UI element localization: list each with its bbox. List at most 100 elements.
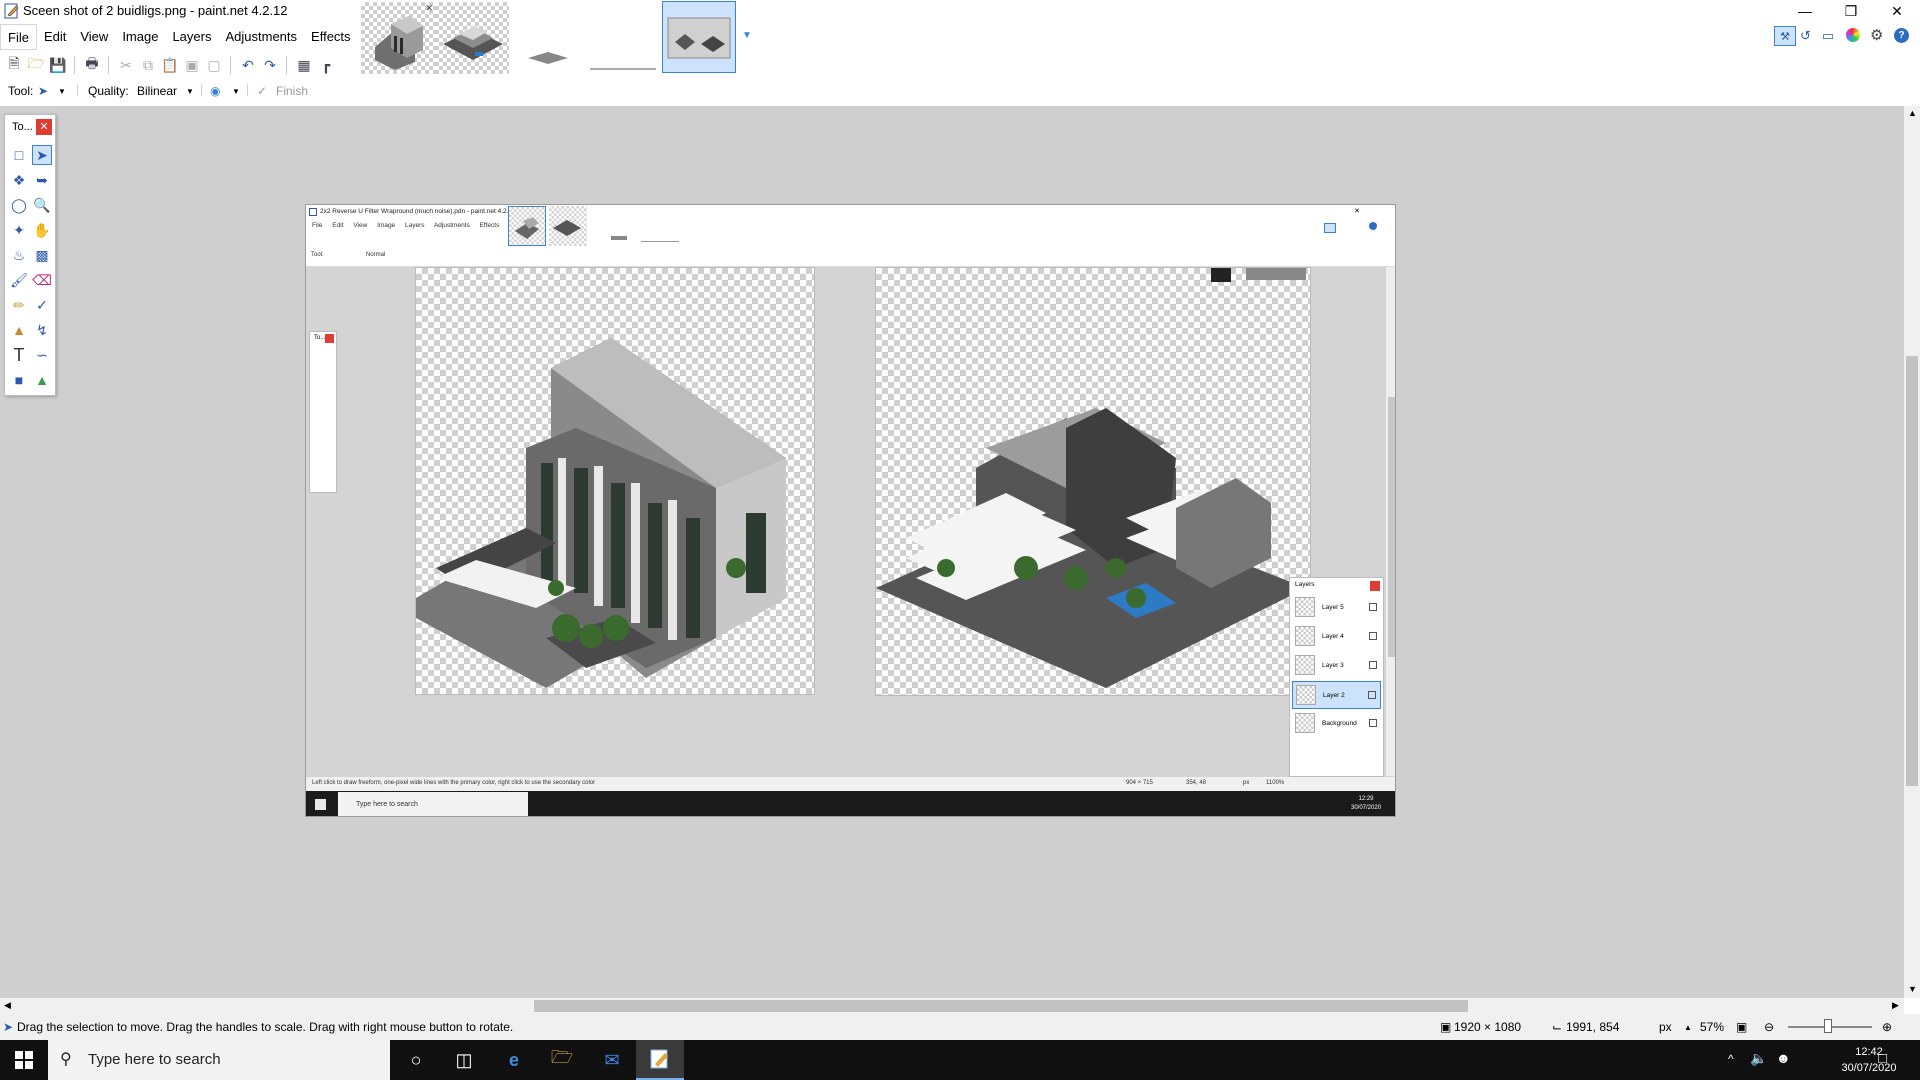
taskbar-clock[interactable]: 12:42 30/07/2020 [1840, 1044, 1898, 1076]
finish-button[interactable]: Finish [276, 84, 308, 98]
zoom-level[interactable]: 57% [1700, 1020, 1724, 1034]
image-tab-2[interactable] [435, 2, 509, 74]
volume-icon[interactable]: 🔈 [1750, 1050, 1767, 1067]
scroll-right-icon[interactable]: ▶ [1892, 1000, 1899, 1011]
settings-gear-icon[interactable]: ⚙ [1870, 26, 1883, 44]
layer-thumbnail-3 [528, 52, 568, 64]
menu-view[interactable]: View [73, 24, 115, 50]
shapes-triangle-icon[interactable]: ▲ [32, 370, 52, 390]
selection-mode-chevron-icon[interactable]: ▼ [232, 87, 240, 96]
cut-icon[interactable]: ✂ [116, 55, 136, 75]
taskbar-search-placeholder: Type here to search [88, 1051, 221, 1068]
image-tab-4[interactable] [586, 24, 660, 74]
embedded-menu-bar: File Edit View Image Layers Adjustments … [312, 222, 507, 229]
ellipse-select-tool-icon[interactable]: ◯ [9, 195, 29, 215]
layers-icon[interactable]: ▭ [1822, 28, 1834, 44]
tools-window-toggle-icon[interactable]: ⚒ [1774, 26, 1796, 46]
close-tab-icon[interactable]: ✕ [425, 3, 433, 14]
unit-select[interactable]: px [1659, 1020, 1672, 1034]
title-bar: Sceen shot of 2 buidligs.png - paint.net… [0, 0, 1920, 22]
paintbrush-tool-icon[interactable]: 🖌 [9, 270, 29, 290]
unit-dropdown-chevron-icon[interactable]: ▲ [1684, 1023, 1692, 1032]
paint-bucket-tool-icon[interactable]: ♨ [9, 245, 29, 265]
grid-icon[interactable]: ▦ [294, 55, 314, 75]
tools-window-close-icon[interactable]: ✕ [36, 119, 52, 135]
open-folder-icon[interactable]: 🗁 [26, 55, 46, 75]
rulers-icon[interactable]: ┏ [316, 55, 336, 75]
file-explorer-icon[interactable]: 🗁 [538, 1040, 586, 1080]
deselect-icon[interactable]: ▢ [204, 55, 224, 75]
embedded-thumbnail-3 [611, 236, 627, 240]
edge-browser-icon[interactable]: e [490, 1040, 538, 1080]
magic-wand-tool-icon[interactable]: ✦ [9, 220, 29, 240]
restore-button[interactable]: ❐ [1828, 0, 1874, 22]
tool-dropdown-chevron-icon[interactable]: ▼ [58, 87, 66, 96]
rectangle-select-tool-icon[interactable]: □ [9, 145, 29, 165]
undo-icon[interactable]: ↶ [238, 55, 258, 75]
new-file-icon[interactable]: 🗎 [4, 55, 24, 75]
scroll-down-icon[interactable]: ▼ [1908, 984, 1917, 994]
eraser-tool-icon[interactable]: ⌫ [32, 270, 52, 290]
paste-icon[interactable]: 📋 [160, 55, 180, 75]
notifications-icon[interactable]: □ [1878, 1050, 1887, 1067]
lasso-select-tool-icon[interactable]: ❖ [9, 170, 29, 190]
print-icon[interactable]: 🖶 [82, 55, 102, 75]
horizontal-scroll-thumb[interactable] [534, 1000, 1468, 1012]
minimize-button[interactable]: — [1782, 0, 1828, 22]
tab-overflow-chevron-icon[interactable]: ▼ [742, 30, 752, 41]
move-selection-tool-icon[interactable]: ➤ [32, 145, 52, 165]
pencil-tool-icon[interactable]: ✏ [9, 295, 29, 315]
move-selection-tool-icon[interactable]: ➤ [38, 84, 48, 98]
menu-layers[interactable]: Layers [165, 24, 218, 50]
quality-dropdown-chevron-icon[interactable]: ▼ [186, 87, 194, 96]
history-icon[interactable]: ↺ [1800, 28, 1811, 44]
finish-check-icon[interactable]: ✓ [257, 84, 267, 98]
recolor-tool-icon[interactable]: ↯ [32, 320, 52, 340]
taskbar-search-box[interactable]: ⚲ Type here to search [48, 1040, 390, 1080]
zoom-out-icon[interactable]: ⊖ [1764, 1020, 1774, 1034]
menu-edit[interactable]: Edit [37, 24, 73, 50]
menu-image[interactable]: Image [115, 24, 165, 50]
pan-tool-icon[interactable]: ✋ [32, 220, 52, 240]
move-selection-outline-tool-icon[interactable]: ➥ [32, 170, 52, 190]
colors-icon[interactable] [1846, 28, 1860, 42]
scroll-left-icon[interactable]: ◀ [4, 1000, 11, 1011]
zoom-in-icon[interactable]: ⊕ [1882, 1020, 1892, 1034]
help-icon[interactable]: ? [1894, 28, 1909, 43]
menu-file[interactable]: File [0, 24, 37, 50]
scroll-up-icon[interactable]: ▲ [1908, 108, 1917, 118]
image-tab-active[interactable] [662, 1, 736, 73]
network-icon[interactable]: ☻ [1776, 1050, 1791, 1066]
close-window-button[interactable]: ✕ [1874, 0, 1920, 22]
shapes-tool-icon[interactable]: ■ [9, 370, 29, 390]
redo-icon[interactable]: ↷ [260, 55, 280, 75]
image-tab-3[interactable] [512, 24, 584, 74]
crop-icon[interactable]: ▣ [182, 55, 202, 75]
windows-start-icon[interactable] [0, 1040, 48, 1080]
zoom-slider-handle[interactable] [1824, 1019, 1832, 1033]
horizontal-scrollbar[interactable]: ◀ ▶ [0, 998, 1904, 1014]
zoom-to-window-icon[interactable]: ▣ [1736, 1020, 1747, 1034]
menu-effects[interactable]: Effects [304, 24, 358, 50]
paintnet-taskbar-icon[interactable] [636, 1040, 684, 1080]
line-curve-tool-icon[interactable]: ∽ [32, 345, 52, 365]
gradient-tool-icon[interactable]: ▩ [32, 245, 52, 265]
embedded-screenshot-image[interactable]: 2x2 Reverse U Filter Wrapround (much noi… [305, 204, 1396, 817]
color-picker-tool-icon[interactable]: ✓ [32, 295, 52, 315]
vertical-scrollbar[interactable]: ▲ ▼ [1904, 106, 1920, 998]
image-tab-1[interactable]: ✕ [361, 2, 435, 74]
building-image-right [875, 267, 1311, 696]
show-hidden-icons-chevron-icon[interactable]: ^ [1728, 1052, 1734, 1066]
vertical-scroll-thumb[interactable] [1906, 356, 1918, 786]
copy-icon[interactable]: ⧉ [138, 55, 158, 75]
text-tool-icon[interactable]: T [9, 345, 29, 365]
selection-mode-icon[interactable]: ◉ [210, 84, 220, 98]
save-icon[interactable]: 💾 [48, 55, 68, 75]
task-view-icon[interactable]: ◫ [440, 1040, 488, 1080]
zoom-tool-icon[interactable]: 🔍 [32, 195, 52, 215]
cortana-icon[interactable]: ○ [392, 1040, 440, 1080]
quality-select[interactable]: Bilinear [137, 84, 177, 98]
mail-icon[interactable]: ✉ [588, 1040, 636, 1080]
menu-adjustments[interactable]: Adjustments [218, 24, 304, 50]
clone-stamp-tool-icon[interactable]: ▲ [9, 320, 29, 340]
